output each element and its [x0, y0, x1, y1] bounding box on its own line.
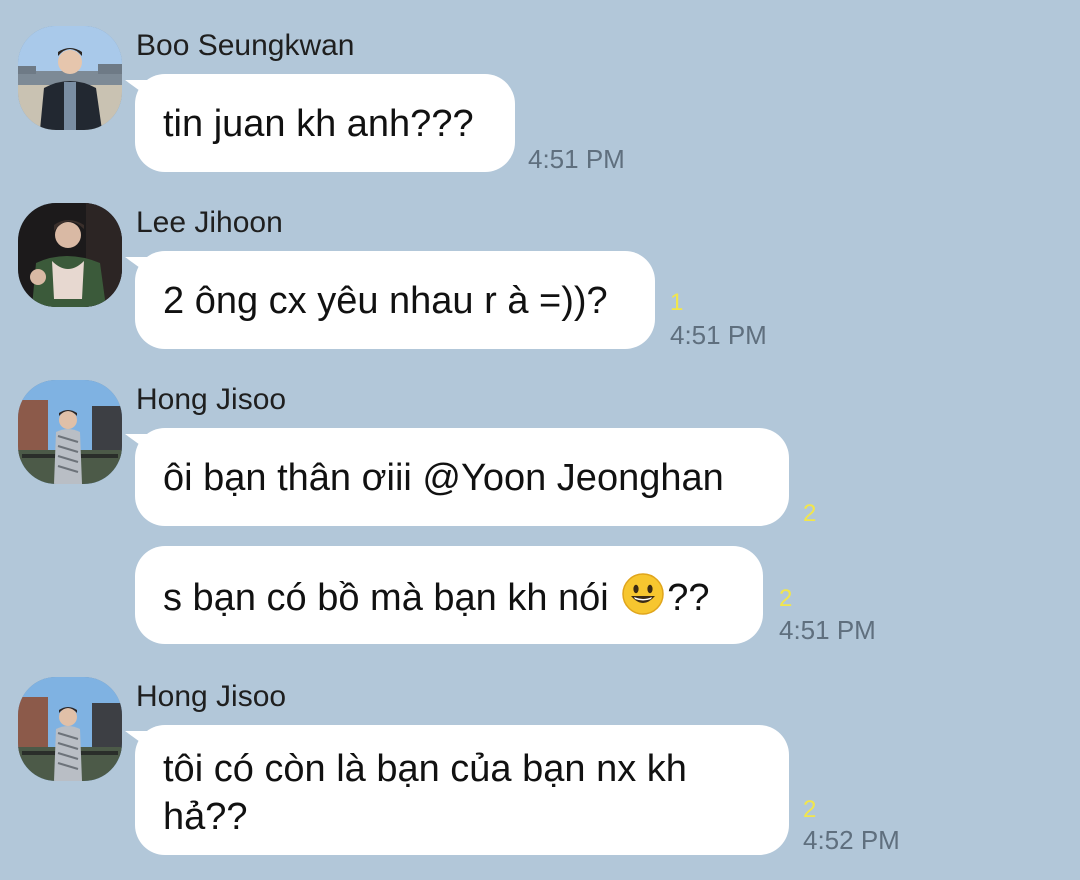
message-bubble[interactable]: tôi có còn là bạn của bạn nx kh hả?? — [125, 725, 789, 855]
avatar[interactable] — [18, 26, 122, 130]
sender-name: Lee Jihoon — [136, 206, 283, 239]
message-timestamp: 4:52 PM — [803, 825, 900, 855]
message-text: ôi bạn thân ơiii @Yoon Jeonghan — [163, 457, 724, 499]
message-text: 2 ông cx yêu nhau r à =))? — [163, 280, 608, 322]
message-timestamp: 4:51 PM — [528, 144, 625, 174]
chat-message-list: Boo Seungkwan tin juan kh anh??? 4:51 PM… — [0, 0, 1080, 880]
sender-name: Boo Seungkwan — [136, 29, 355, 62]
grinning-face-emoji — [621, 572, 665, 616]
unread-count: 2 — [779, 585, 793, 612]
message-bubble[interactable]: s bạn có bồ mà bạn kh nói ?? — [135, 546, 763, 644]
message-text: tin juan kh anh??? — [163, 103, 474, 145]
sender-name: Hong Jisoo — [136, 680, 287, 713]
profile-photo — [18, 677, 122, 781]
message-bubble[interactable]: 2 ông cx yêu nhau r à =))? — [125, 251, 655, 349]
profile-photo — [18, 203, 122, 307]
message-text: s bạn có bồ mà bạn kh nói — [163, 577, 620, 619]
unread-count: 2 — [803, 500, 817, 527]
message-timestamp: 4:51 PM — [670, 320, 767, 350]
profile-photo — [18, 380, 122, 484]
message-bubble[interactable]: ôi bạn thân ơiii @Yoon Jeonghan — [125, 428, 789, 526]
message-text-line: hả?? — [163, 796, 248, 838]
profile-photo — [18, 26, 122, 130]
avatar[interactable] — [18, 203, 122, 307]
message-bubble[interactable]: tin juan kh anh??? — [125, 74, 515, 172]
message-timestamp: 4:51 PM — [779, 615, 876, 645]
avatar[interactable] — [18, 677, 122, 781]
unread-count: 1 — [670, 289, 684, 316]
sender-name: Hong Jisoo — [136, 383, 287, 416]
message-text-suffix: ?? — [667, 577, 710, 619]
unread-count: 2 — [803, 796, 817, 823]
message-text-line: tôi có còn là bạn của bạn nx kh — [163, 748, 687, 790]
avatar[interactable] — [18, 380, 122, 484]
